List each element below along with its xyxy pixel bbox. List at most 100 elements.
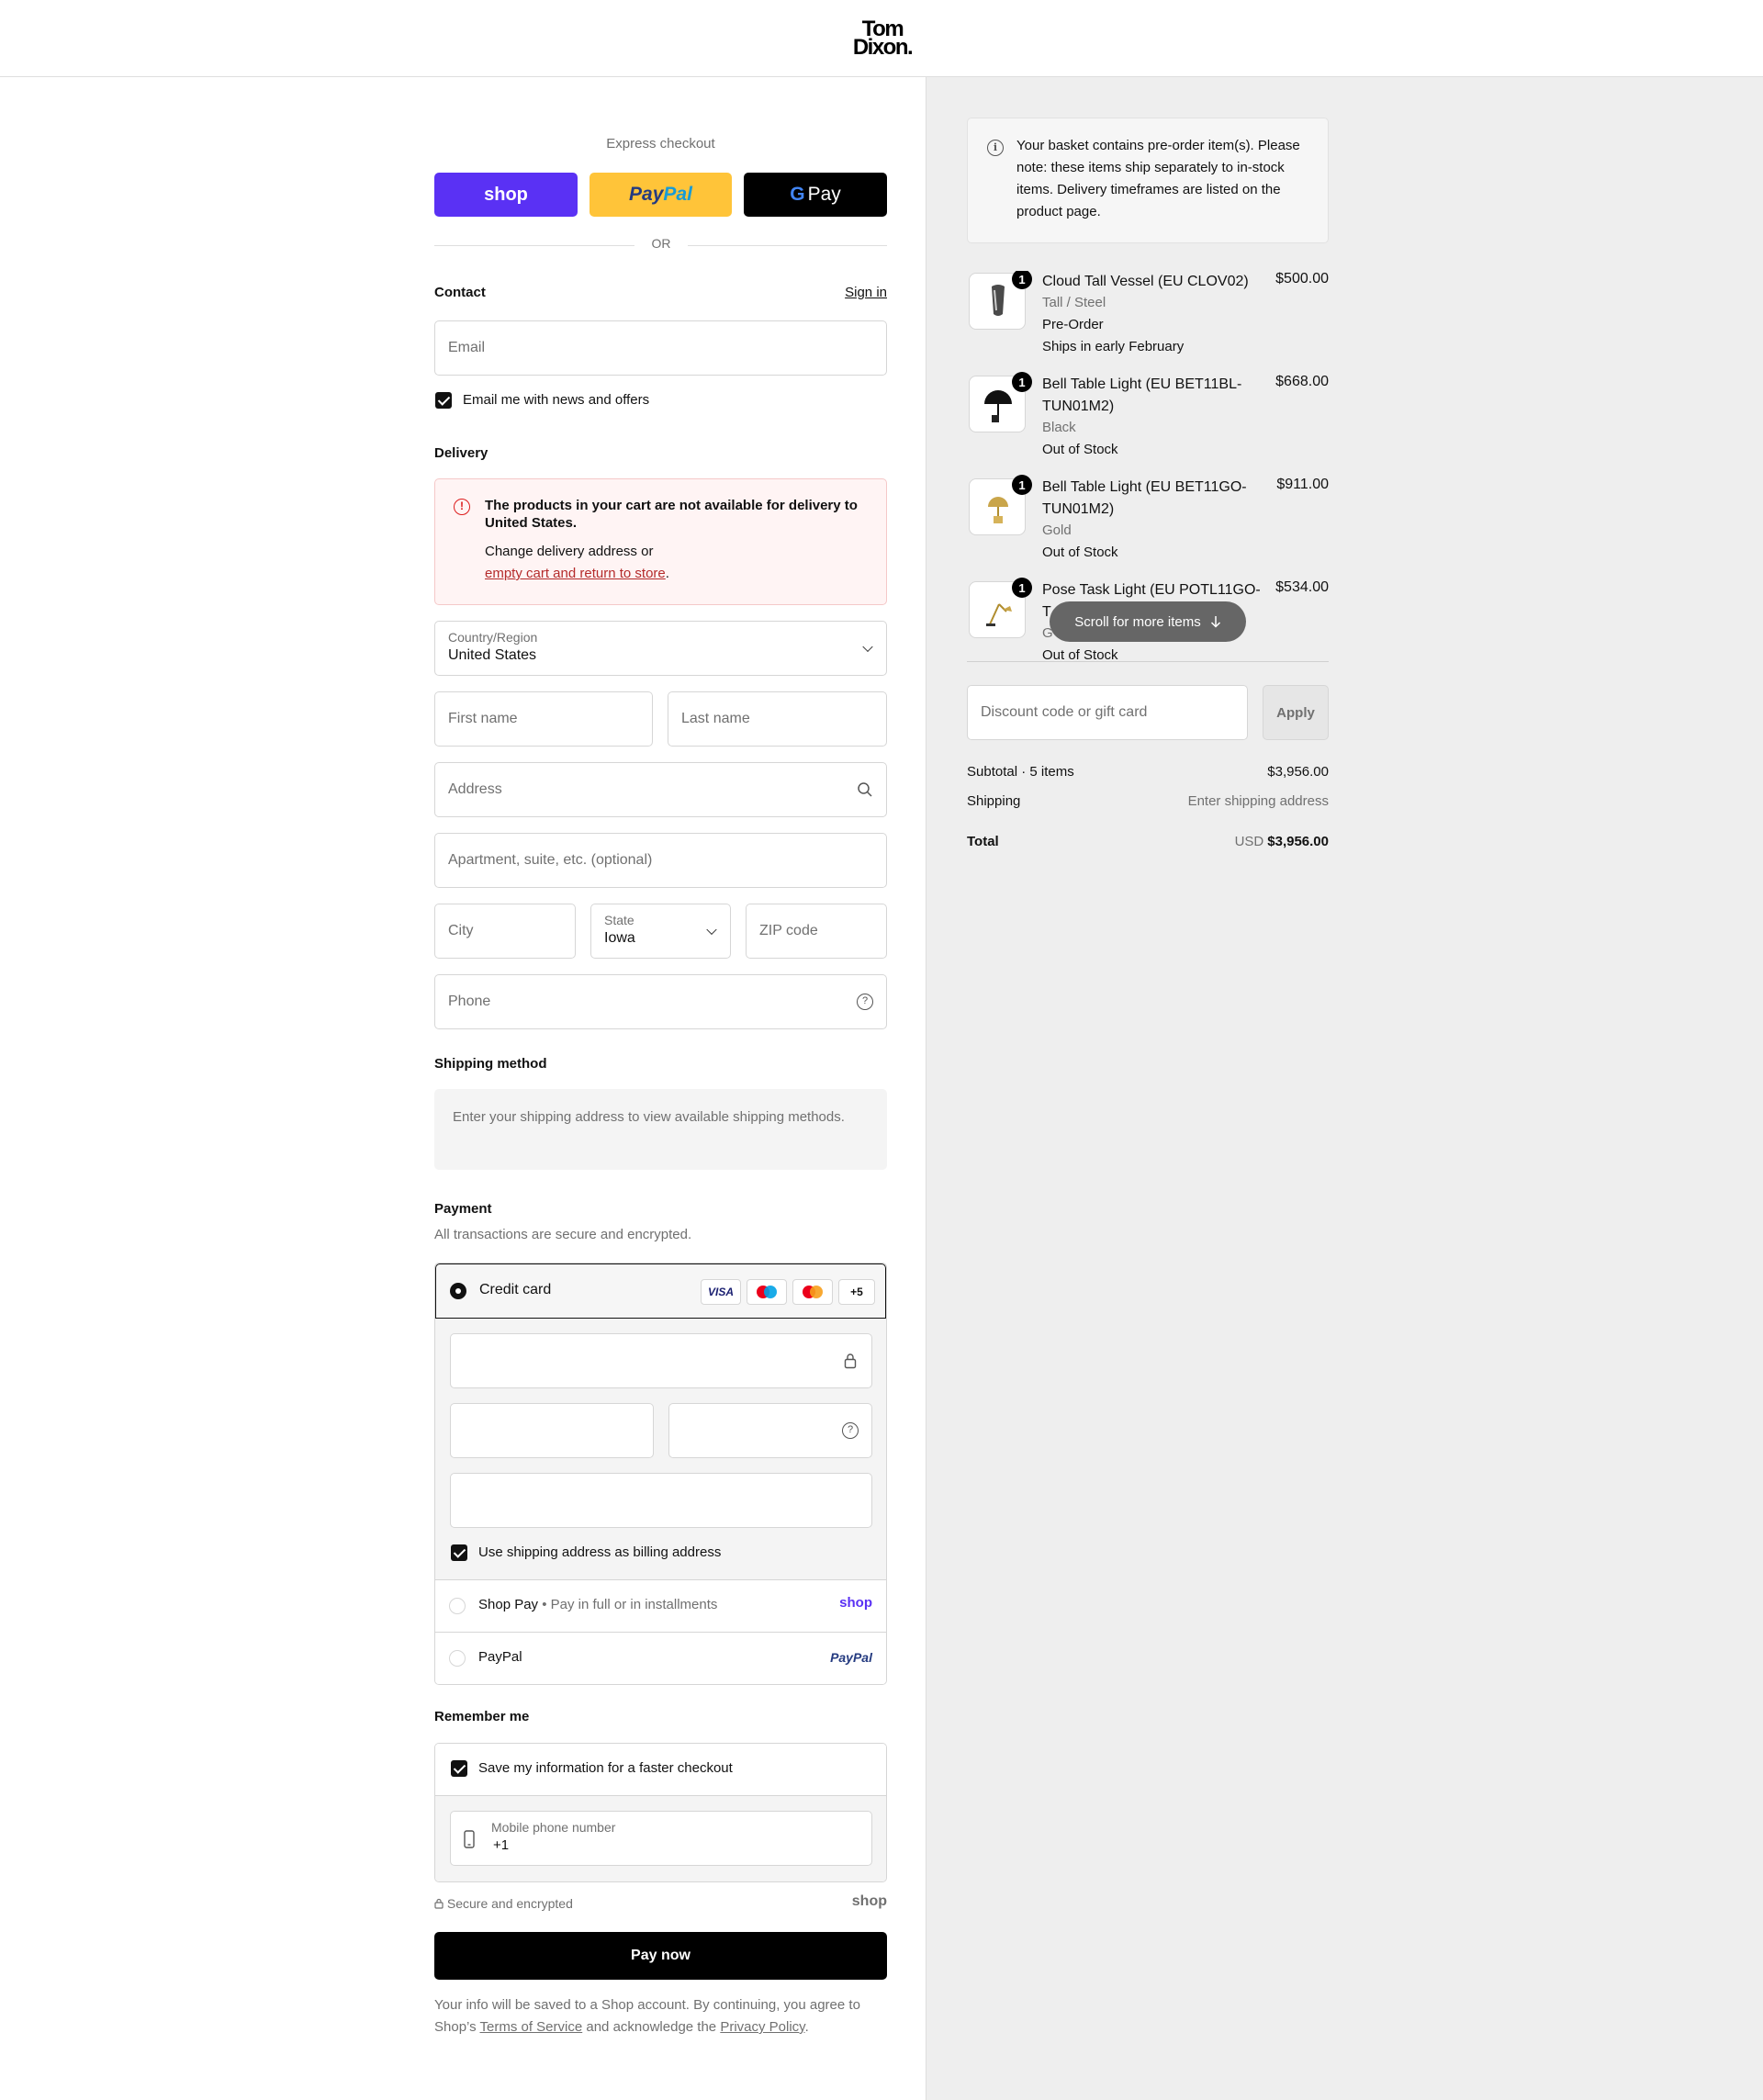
delivery-error-banner: ! The products in your cart are not avai… [434, 478, 887, 605]
cart-divider [967, 661, 1329, 662]
credit-card-radio[interactable] [450, 1283, 466, 1299]
paypal-radio[interactable] [449, 1650, 466, 1667]
item-price: $500.00 [1275, 271, 1329, 286]
item-title: Pose Task Light (EU POTL11GO- [1042, 582, 1261, 598]
mobile-phone-field[interactable]: Mobile phone number +1 [450, 1811, 872, 1866]
info-icon: i [987, 140, 1004, 156]
privacy-link[interactable]: Privacy Policy [720, 2019, 804, 2035]
empty-cart-link[interactable]: empty cart and return to store [485, 566, 666, 581]
billing-same-checkbox[interactable] [451, 1544, 467, 1561]
paypal-button[interactable]: Pay Pal [590, 173, 732, 217]
terms-link[interactable]: Terms of Service [480, 2019, 583, 2035]
discount-code-field[interactable]: Discount code or gift card [967, 685, 1248, 740]
phone-field[interactable]: Phone ? [434, 974, 887, 1029]
scroll-more-button[interactable]: Scroll for more items [1050, 601, 1246, 642]
visa-icon: VISA [701, 1279, 741, 1305]
credit-card-label: Credit card [479, 1282, 552, 1297]
legal-text: Your info will be saved to a Shop accoun… [434, 1997, 860, 2035]
contact-title: Contact [434, 285, 486, 300]
first-name-field[interactable]: First name [434, 691, 653, 747]
cart-items: 1 Cloud Tall Vessel (EU CLOV02) Tall / S… [967, 271, 1329, 663]
express-checkout-title: Express checkout [606, 136, 715, 152]
shipping-method-title: Shipping method [434, 1056, 547, 1072]
quantity-badge: 1 [1012, 271, 1032, 289]
chevron-down-icon [706, 924, 717, 936]
card-cvv-field[interactable]: ? [668, 1403, 872, 1458]
item-price: $668.00 [1275, 374, 1329, 389]
item-variant: Black [1042, 420, 1076, 435]
item-status: Out of Stock [1042, 545, 1118, 560]
shop-logo: shop [839, 1595, 872, 1611]
shop-pay-radio[interactable] [449, 1598, 466, 1614]
divider-left [434, 245, 634, 246]
quantity-badge: 1 [1012, 475, 1032, 495]
mobile-phone-icon [464, 1830, 475, 1848]
address-field[interactable]: Address [434, 762, 887, 817]
apartment-field[interactable]: Apartment, suite, etc. (optional) [434, 833, 887, 888]
email-field[interactable]: Email [434, 320, 887, 376]
lock-icon [434, 1898, 444, 1909]
arrow-down-icon [1210, 616, 1220, 628]
credit-card-option[interactable]: Credit card VISA +5 [435, 1263, 886, 1319]
help-icon[interactable]: ? [857, 994, 873, 1010]
item-title: Bell Table Light (EU BET11BL-TUN01M2) [1042, 376, 1242, 414]
pay-now-button[interactable]: Pay now [434, 1932, 887, 1980]
item-price: $534.00 [1275, 579, 1329, 595]
card-name-field[interactable] [450, 1473, 872, 1528]
country-select[interactable]: Country/Region United States [434, 621, 887, 676]
save-info-checkbox[interactable] [451, 1760, 467, 1777]
apply-discount-button[interactable]: Apply [1263, 685, 1329, 740]
google-pay-button[interactable]: G Pay [744, 173, 887, 217]
preorder-notice: i Your basket contains pre-order item(s)… [967, 118, 1329, 243]
payment-methods: Credit card VISA +5 ? Use shipping addre… [434, 1263, 887, 1685]
help-icon[interactable]: ? [842, 1422, 859, 1439]
shop-logo: shop [851, 1893, 887, 1909]
error-title: The products in your cart are not availa… [485, 498, 858, 531]
error-icon: ! [454, 499, 470, 515]
shipping-value: Enter shipping address [1187, 793, 1329, 809]
google-icon: G [790, 184, 805, 205]
remember-me-box: Save my information for a faster checkou… [434, 1743, 887, 1882]
news-checkbox[interactable] [435, 392, 452, 409]
last-name-field[interactable]: Last name [668, 691, 887, 747]
sign-in-link[interactable]: Sign in [826, 285, 887, 300]
city-field[interactable]: City [434, 904, 576, 959]
or-divider: OR [651, 236, 671, 251]
item-shipping-note: Ships in early February [1042, 339, 1185, 354]
save-info-row[interactable]: Save my information for a faster checkou… [435, 1744, 886, 1796]
state-select[interactable]: State Iowa [590, 904, 731, 959]
payment-subtitle: All transactions are secure and encrypte… [434, 1227, 692, 1242]
secure-note: Secure and encrypted [434, 1896, 573, 1911]
item-price: $911.00 [1276, 477, 1329, 492]
subtotal-label: Subtotal · 5 items [967, 764, 1074, 780]
quantity-badge: 1 [1012, 578, 1032, 598]
more-cards-badge: +5 [838, 1279, 875, 1305]
delivery-title: Delivery [434, 445, 488, 461]
preorder-notice-text: Your basket contains pre-order item(s). … [1016, 138, 1300, 219]
save-info-label: Save my information for a faster checkou… [478, 1760, 733, 1776]
shipping-method-box: Enter your shipping address to view avai… [434, 1089, 887, 1170]
zip-field[interactable]: ZIP code [746, 904, 887, 959]
item-title: Cloud Tall Vessel (EU CLOV02) [1042, 274, 1249, 289]
card-form: ? Use shipping address as billing addres… [435, 1319, 886, 1579]
shop-pay-option[interactable]: Shop Pay • Pay in full or in installment… [435, 1579, 886, 1632]
card-number-field[interactable] [450, 1333, 872, 1388]
brand-logo[interactable]: Tom Dixon. [847, 18, 918, 59]
card-expiry-field[interactable] [450, 1403, 654, 1458]
search-icon [858, 782, 872, 797]
lock-icon [844, 1353, 857, 1369]
header: Tom Dixon. [0, 0, 1763, 77]
mastercard-icon [792, 1279, 833, 1305]
item-status: Out of Stock [1042, 442, 1118, 457]
error-body: Change delivery address or [485, 544, 654, 559]
item-status: Pre-Order [1042, 317, 1104, 332]
shop-pay-button[interactable]: shop [434, 173, 578, 217]
divider-right [688, 245, 887, 246]
paypal-option[interactable]: PayPal PayPal [435, 1632, 886, 1684]
subtotal-value: $3,956.00 [1267, 764, 1329, 780]
billing-same-label: Use shipping address as billing address [478, 1544, 722, 1560]
item-title: Bell Table Light (EU BET11GO-TUN01M2) [1042, 479, 1247, 517]
item-variant: Gold [1042, 522, 1072, 538]
mobile-row: Mobile phone number +1 [435, 1796, 886, 1881]
item-variant: Tall / Steel [1042, 295, 1106, 310]
